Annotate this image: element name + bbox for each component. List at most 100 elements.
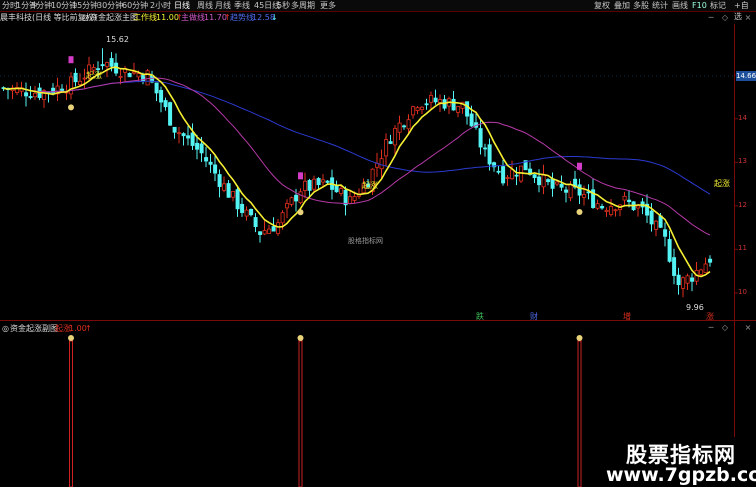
candle-body xyxy=(510,169,515,180)
candle-body xyxy=(168,102,173,126)
candle-body xyxy=(289,197,294,205)
candle-body xyxy=(208,161,213,165)
candle-body xyxy=(703,263,708,273)
candle-body xyxy=(433,97,438,103)
candle-body xyxy=(343,189,348,206)
candle-body xyxy=(393,127,398,146)
candle-body xyxy=(294,194,299,202)
candle-body xyxy=(451,98,456,111)
candle-body xyxy=(253,217,258,228)
candle-body xyxy=(672,257,677,276)
start-signal-label-1: 起涨 xyxy=(86,71,102,80)
candle-body xyxy=(667,239,672,262)
signal-bar xyxy=(298,340,303,487)
signal-bar xyxy=(69,340,73,487)
sub-indicator-circle-icon[interactable]: ◎ xyxy=(2,323,9,335)
candle-body xyxy=(109,58,114,67)
price-axis-label: 11 xyxy=(738,244,747,253)
candle-body xyxy=(217,174,222,187)
candle-body xyxy=(595,203,600,209)
candle-body xyxy=(145,70,150,86)
money-bag-icon xyxy=(576,335,583,341)
sub-indicator-name[interactable]: 资金起涨副图 xyxy=(10,323,58,335)
candle-body xyxy=(204,157,209,162)
center-watermark: 股格指标网 xyxy=(348,237,383,245)
candle-body xyxy=(186,135,191,139)
candle-body xyxy=(285,203,290,209)
candle-body xyxy=(402,125,407,128)
candle-body xyxy=(226,183,231,198)
candle-body xyxy=(420,106,425,110)
candle-body xyxy=(622,195,627,201)
price-axis-label: 14 xyxy=(738,113,747,122)
candle-body xyxy=(325,180,330,183)
candle-body xyxy=(514,174,519,177)
candle-body xyxy=(312,178,317,190)
candle-body xyxy=(496,170,501,173)
event-mark-3[interactable]: 增 xyxy=(623,311,631,322)
money-bag-icon xyxy=(68,104,74,111)
event-mark-4[interactable]: 涨 xyxy=(706,311,714,322)
site-logo: 股票指标网 www.7gpzb.com xyxy=(606,437,756,487)
candle-body xyxy=(159,89,164,103)
price-axis-label: 10 xyxy=(738,287,747,296)
candle-body xyxy=(555,181,560,185)
candle-body xyxy=(487,144,492,165)
money-bag-icon xyxy=(68,335,74,341)
candle-body xyxy=(604,209,609,212)
candle-body xyxy=(411,106,416,116)
main-line xyxy=(3,77,711,236)
signal-arrow-icon: ↑ xyxy=(85,324,92,333)
money-bag-icon xyxy=(576,209,583,216)
price-axis-label: 13 xyxy=(738,157,747,166)
candle-body xyxy=(321,179,326,183)
candle-body xyxy=(348,196,353,204)
candle-body xyxy=(406,119,411,130)
candle-body xyxy=(276,222,281,234)
candle-body xyxy=(379,158,384,170)
candle-body xyxy=(469,113,474,127)
candle-body xyxy=(69,76,74,95)
trend-line xyxy=(3,80,711,195)
candle-body xyxy=(685,275,690,284)
candle-body xyxy=(190,132,195,146)
high-price-label: 15.62 xyxy=(106,35,129,44)
candle-body xyxy=(456,105,461,113)
price-axis-label: 12 xyxy=(738,200,747,209)
signal-flag-icon xyxy=(577,162,582,170)
candle-body xyxy=(577,184,582,196)
candle-body xyxy=(316,178,321,186)
candle-body xyxy=(397,122,402,133)
candle-body xyxy=(438,99,443,104)
candle-body xyxy=(244,209,249,217)
candle-body xyxy=(582,194,587,198)
candle-body xyxy=(649,210,654,225)
event-mark-2[interactable]: 财 xyxy=(530,311,538,322)
candle-body xyxy=(199,143,204,154)
logo-url: www.7gpzb.com xyxy=(606,464,756,486)
event-mark-1[interactable]: 跌 xyxy=(476,311,484,322)
candle-body xyxy=(627,199,632,203)
candle-body xyxy=(541,173,546,188)
signal-bar xyxy=(577,340,582,487)
candle-body xyxy=(267,228,272,234)
candle-body xyxy=(262,230,267,235)
candle-body xyxy=(708,258,713,263)
candle-body xyxy=(136,73,141,78)
candle-body xyxy=(654,220,659,230)
money-bag-icon xyxy=(297,335,304,341)
candle-body xyxy=(564,189,569,193)
candle-body xyxy=(132,71,137,74)
candle-body xyxy=(424,103,429,106)
candle-body xyxy=(118,75,123,78)
candle-body xyxy=(483,147,488,150)
low-price-label: 9.96 xyxy=(686,303,704,312)
candle-body xyxy=(195,142,200,150)
start-signal-label-2: 起涨 xyxy=(362,181,378,190)
candle-body xyxy=(303,180,308,191)
candle-body xyxy=(613,209,618,212)
signal-flag-icon xyxy=(68,56,74,64)
candle-body xyxy=(505,177,510,179)
candle-body xyxy=(172,126,177,133)
candle-body xyxy=(352,196,357,201)
